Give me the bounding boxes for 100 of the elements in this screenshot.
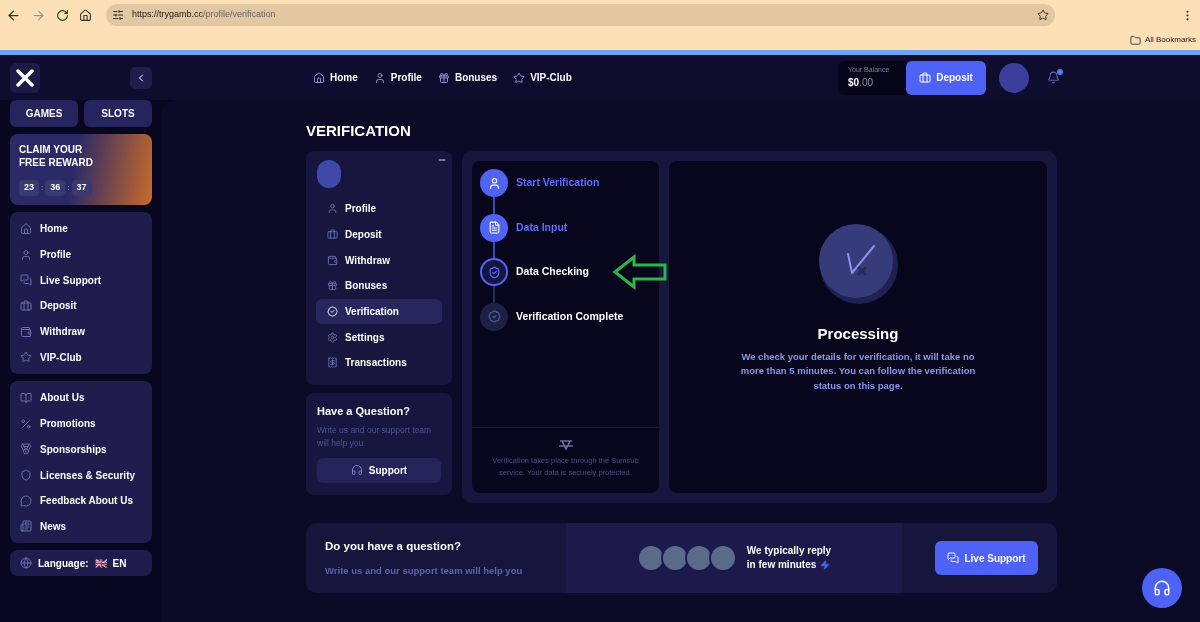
bag-icon: [919, 71, 932, 84]
bell-icon[interactable]: [1047, 71, 1060, 84]
collapse-button[interactable]: [130, 66, 152, 89]
wallet-icon: [20, 325, 32, 338]
headset-icon: [1153, 579, 1171, 597]
settings-icon: [327, 331, 338, 343]
timer-digits: 23: [19, 180, 39, 196]
sidebar-item[interactable]: Sponsorships: [10, 436, 152, 463]
user-icon: [487, 176, 501, 190]
deposit-button[interactable]: Deposit: [906, 60, 986, 95]
nav-link[interactable]: Home: [313, 70, 358, 85]
home-icon: [20, 222, 32, 235]
flag-icon: 🇬🇧: [94, 555, 107, 571]
sidebar-item[interactable]: Home: [10, 216, 152, 242]
step-label: Data Input: [516, 219, 568, 235]
chat-icon: [20, 494, 32, 507]
newspaper-icon: [20, 520, 32, 533]
bookmarks-link[interactable]: All Bookmarks: [1144, 34, 1196, 46]
user-icon: [373, 71, 386, 84]
star-icon: [513, 71, 526, 84]
x-logo-icon: [16, 68, 34, 87]
chat-icon: [947, 552, 960, 564]
category-tab[interactable]: SLOTS: [84, 100, 152, 127]
profile-menu-item[interactable]: Bonuses: [316, 273, 442, 299]
profile-menu-item[interactable]: Withdraw: [316, 247, 442, 274]
processing-title: Processing: [817, 324, 899, 344]
avatar: [317, 160, 341, 188]
bag-icon: [327, 229, 338, 241]
sidebar-item[interactable]: Promotions: [10, 410, 152, 437]
verified-icon: [487, 310, 501, 323]
profile-menu-item[interactable]: Settings: [316, 324, 442, 351]
sidebar-item[interactable]: Profile: [10, 241, 152, 268]
headset-icon: [350, 464, 363, 476]
back-icon[interactable]: [6, 7, 21, 23]
wallet-icon: [327, 254, 338, 266]
reply-text: We typically reply: [746, 544, 832, 558]
support-chat-button[interactable]: [1142, 568, 1182, 608]
language-selector[interactable]: Language: 🇬🇧 EN: [10, 550, 152, 577]
nav-link[interactable]: Profile: [373, 70, 422, 85]
bookmark-star-icon[interactable]: [1037, 9, 1049, 21]
banner-title: Do you have a question?: [325, 539, 463, 555]
question-title: Have a Question?: [317, 404, 411, 419]
sidebar-item[interactable]: Licenses & Security: [10, 462, 152, 488]
reward-card[interactable]: CLAIM YOUR FREE REWARD 23 : 36 : 37: [10, 134, 152, 205]
gift-icon: [437, 71, 450, 84]
reward-title: CLAIM YOUR FREE REWARD: [19, 143, 94, 169]
shield-icon: [487, 265, 501, 279]
reload-icon[interactable]: [56, 8, 69, 22]
support-button[interactable]: Support: [317, 457, 441, 483]
nav-link[interactable]: VIP-Club: [513, 70, 572, 85]
receipt-icon: [327, 357, 338, 369]
sidebar-item[interactable]: Withdraw: [10, 318, 152, 345]
profile-menu-item[interactable]: Verification: [316, 298, 442, 325]
profile-menu-item[interactable]: Deposit: [316, 221, 442, 248]
site-info-icon[interactable]: [112, 9, 124, 21]
profile-menu-item[interactable]: Profile: [316, 196, 442, 222]
shield-icon: [20, 469, 32, 482]
question-text: Write us and our support team will help you: [317, 423, 433, 450]
sidebar-item[interactable]: Deposit: [10, 293, 152, 319]
star-icon: [20, 351, 32, 364]
pointer-arrow-icon: [612, 254, 668, 290]
category-tab[interactable]: GAMES: [10, 100, 78, 127]
sidebar-item[interactable]: News: [10, 513, 152, 540]
page-title: VERIFICATION: [306, 121, 412, 141]
step-label: Verification Complete: [516, 308, 624, 324]
lightning-icon: [820, 560, 831, 570]
step-label: Start Verification: [516, 175, 600, 191]
home-icon[interactable]: [79, 8, 92, 22]
balance-amount: $0.00: [848, 76, 875, 91]
url-text: https://trygamb.cc/profile/verification: [132, 8, 277, 22]
chat-icon: [20, 274, 32, 287]
globe-icon: [20, 557, 32, 570]
timer-digits: 37: [71, 180, 92, 196]
reply-text: in few minutes: [746, 558, 832, 572]
user-icon: [327, 203, 338, 215]
banner-text: Write us and our support team will help you: [325, 563, 524, 578]
gift-icon: [327, 280, 338, 292]
nav-link[interactable]: Bonuses: [437, 70, 498, 85]
profile-menu-item[interactable]: Transactions: [316, 350, 442, 376]
sidebar-item[interactable]: Feedback About Us: [10, 487, 152, 514]
user-icon: [20, 248, 32, 261]
sidebar-item[interactable]: VIP-Club: [10, 344, 152, 371]
medal-icon: [20, 443, 32, 456]
percent-icon: [20, 417, 32, 430]
timer-separator: :: [67, 182, 70, 194]
live-support-button[interactable]: Live Support: [935, 541, 1038, 575]
form-icon: [487, 221, 501, 234]
step-label: Data Checking: [516, 264, 589, 280]
bag-icon: [20, 299, 32, 312]
timer-separator: :: [41, 182, 44, 194]
book-icon: [20, 391, 32, 404]
address-bar[interactable]: https://trygamb.cc/profile/verification: [106, 4, 1055, 26]
site-logo[interactable]: [10, 62, 40, 93]
sidebar-item[interactable]: Live Support: [10, 267, 152, 294]
timer-digits: 36: [45, 180, 66, 196]
processing-text: We check your details for verification, it will take no more than 5 minutes. You can follow the verification status on this page.: [739, 349, 977, 393]
home-icon: [313, 71, 325, 84]
folder-icon: [1129, 34, 1141, 46]
sidebar-item[interactable]: About Us: [10, 385, 152, 411]
verified-icon: [327, 306, 338, 318]
